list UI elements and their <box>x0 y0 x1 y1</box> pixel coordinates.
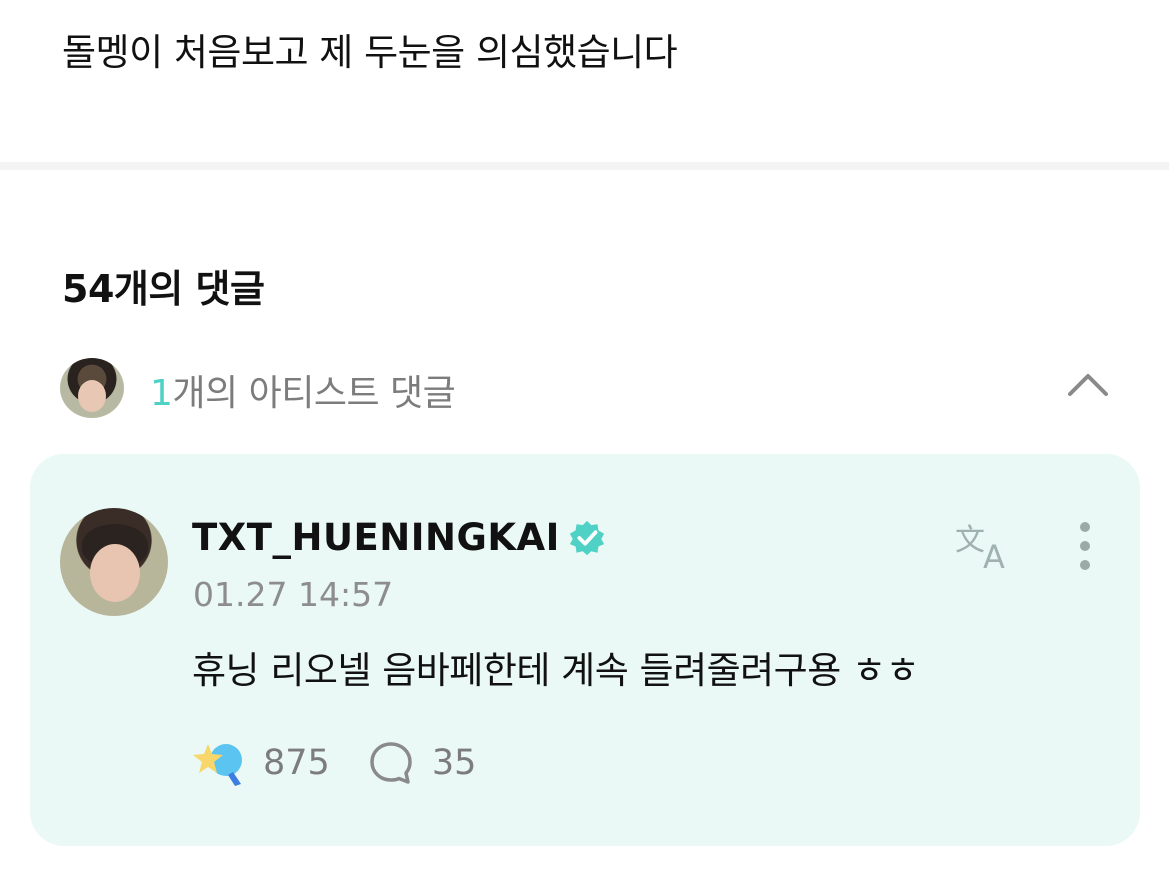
artist-comment-count: 1 <box>150 373 173 414</box>
section-divider <box>0 162 1169 170</box>
artist-comment-card: TXT_HUENINGKAI 01.27 14:57 휴닝 리오넬 음바페한테 … <box>30 454 1140 846</box>
artist-avatar-small <box>60 358 124 418</box>
comment-timestamp: 01.27 14:57 <box>193 575 394 614</box>
reply-icon[interactable] <box>368 740 414 786</box>
svg-text:A: A <box>983 538 1005 572</box>
reply-count: 35 <box>431 743 477 783</box>
chevron-up-icon[interactable] <box>1064 362 1112 410</box>
post-text: 돌멩이 처음보고 제 두눈을 의심했습니다 <box>62 31 678 74</box>
translate-icon[interactable]: 文 A <box>955 520 1019 572</box>
comment-text: 휴닝 리오넬 음바페한테 계속 들려줄려구용 ㅎㅎ <box>192 649 920 692</box>
artist-comment-label-text: 개의 아티스트 댓글 <box>172 373 456 414</box>
more-icon[interactable] <box>1070 522 1100 572</box>
avatar[interactable] <box>60 508 168 616</box>
comment-actions: 875 35 <box>193 738 476 788</box>
like-count: 875 <box>263 743 330 783</box>
username[interactable]: TXT_HUENINGKAI <box>192 516 560 559</box>
comments-count-title: 54개의 댓글 <box>62 267 265 311</box>
artist-comments-label: 1개의 아티스트 댓글 <box>150 364 456 416</box>
like-icon[interactable] <box>193 738 245 788</box>
svg-text:文: 文 <box>955 523 985 558</box>
artist-comments-toggle[interactable]: 1개의 아티스트 댓글 <box>60 356 1120 420</box>
verified-icon <box>569 520 605 555</box>
comment-header: TXT_HUENINGKAI <box>192 516 606 559</box>
